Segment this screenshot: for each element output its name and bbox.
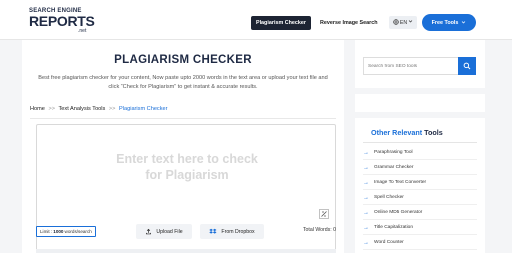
other-tools-card: Other Relevant Tools → Paraphrasing Tool …	[355, 118, 485, 253]
breadcrumb: Home >> Text Analysis Tools >> Plagiaris…	[30, 106, 168, 112]
tool-item-grammar-checker[interactable]: → Grammar Checker	[363, 161, 477, 175]
arrow-right-icon: →	[363, 239, 369, 246]
upload-icon	[145, 228, 152, 235]
tool-item-label: Image To Text Converter	[374, 180, 427, 185]
free-tools-button[interactable]: Free Tools	[422, 14, 476, 31]
breadcrumb-home[interactable]: Home	[30, 106, 45, 112]
arrow-right-icon: →	[363, 164, 369, 171]
logo[interactable]: SEARCH ENGINE REPORTS .net	[29, 8, 95, 36]
breadcrumb-current: Plagiarism Checker	[119, 106, 168, 112]
breadcrumb-separator: >>	[108, 106, 116, 112]
nav-plagiarism-checker[interactable]: Plagiarism Checker	[251, 16, 311, 30]
header: SEARCH ENGINE REPORTS .net Plagiarism Ch…	[0, 0, 512, 40]
upload-file-button[interactable]: Upload File	[136, 224, 192, 239]
tool-item-label: Spell Checker	[374, 195, 404, 200]
chevron-down-icon	[408, 19, 413, 26]
nav-reverse-image-search[interactable]: Reverse Image Search	[320, 16, 378, 30]
tool-item-label: Grammar Checker	[374, 165, 414, 170]
free-tools-label: Free Tools	[431, 19, 459, 26]
language-selector[interactable]: EN	[389, 16, 417, 29]
dropbox-label: From Dropbox	[221, 228, 255, 235]
limit-suffix: words/search	[64, 229, 92, 234]
other-tools-title-dark: Tools	[424, 128, 443, 137]
search-button[interactable]	[458, 57, 476, 75]
search-icon	[463, 62, 471, 70]
arrow-right-icon: →	[363, 224, 369, 231]
page-title: PLAGIARISM CHECKER	[114, 54, 252, 66]
tool-search-input[interactable]	[363, 57, 459, 75]
arrow-right-icon: →	[363, 194, 369, 201]
tool-item-paraphrasing[interactable]: → Paraphrasing Tool	[363, 146, 477, 160]
main-panel: PLAGIARISM CHECKER Best free plagiarism …	[22, 40, 344, 253]
tool-item-label: Word Counter	[374, 240, 404, 245]
logo-line3: .net	[78, 28, 87, 34]
limit-label: Limit :	[40, 229, 53, 234]
editor-toolbar: Limit : 1000 words/search Upload File Fr…	[36, 224, 336, 242]
tool-item-label: Online MD5 Generator	[374, 210, 423, 215]
dropbox-icon	[209, 228, 217, 235]
editor-placeholder: Enter text here to check for Plagiarism	[116, 152, 258, 182]
word-limit-badge: Limit : 1000 words/search	[36, 226, 96, 237]
breadcrumb-separator: >>	[48, 106, 56, 112]
limit-value: 1000	[53, 229, 64, 234]
page-description: Best free plagiarism checker for your co…	[38, 75, 328, 90]
breadcrumb-text-analysis-tools[interactable]: Text Analysis Tools	[58, 106, 105, 112]
total-words-count: Total Words: 0	[302, 227, 336, 233]
tool-item-md5-generator[interactable]: → Online MD5 Generator	[363, 206, 477, 220]
upload-file-label: Upload File	[156, 228, 183, 235]
other-tools-title-blue: Other Relevant	[371, 128, 423, 137]
tool-item-title-capitalization[interactable]: → Title Capitalization	[363, 221, 477, 235]
globe-icon	[393, 18, 399, 27]
dropbox-button[interactable]: From Dropbox	[200, 224, 264, 239]
sidebar-search-card	[355, 40, 485, 88]
arrow-right-icon: →	[363, 209, 369, 216]
divider	[30, 118, 336, 119]
tool-item-spell-checker[interactable]: → Spell Checker	[363, 191, 477, 205]
tool-item-label: Paraphrasing Tool	[374, 150, 413, 155]
logo-line2: REPORTS	[29, 13, 95, 29]
arrow-right-icon: →	[363, 179, 369, 186]
arrow-right-icon: →	[363, 149, 369, 156]
action-strip	[36, 249, 336, 253]
clear-text-icon[interactable]	[319, 206, 329, 219]
tool-item-label: Title Capitalization	[374, 225, 414, 230]
tool-item-word-counter[interactable]: → Word Counter	[363, 236, 477, 250]
other-tools-title: Other Relevant Tools	[371, 128, 443, 137]
divider	[363, 142, 477, 143]
tool-item-image-to-text[interactable]: → Image To Text Converter	[363, 176, 477, 190]
chevron-down-icon	[461, 20, 466, 25]
sidebar-ad-card	[355, 94, 485, 112]
language-label: EN	[399, 19, 408, 26]
